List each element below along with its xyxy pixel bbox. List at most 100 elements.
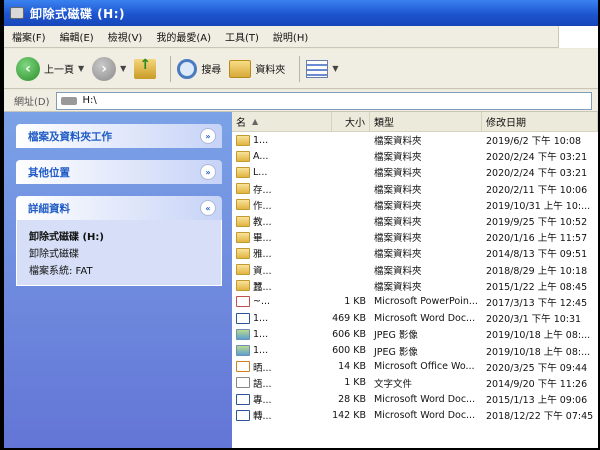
file-size: 142 KB [332,409,366,421]
file-row[interactable]: 1... 469 KB Microsoft Word Doc... 2020/3/1 … [232,310,598,326]
chevron-down-icon[interactable]: ▼ [78,64,84,73]
file-name-cell: 蠶... [232,279,332,293]
folder-up-icon [134,57,157,79]
column-header-size[interactable]: 大小 [332,112,370,131]
search-button[interactable]: 搜尋 [177,58,221,79]
toolbar: ‹ 上一頁 ▼ › ▼ 搜尋 資料夾 ▼ [4,49,598,89]
file-row[interactable]: 轉... 142 KB Microsoft Word Doc... 2018/12/2… [232,407,598,423]
forward-arrow-icon: › [92,56,117,81]
views-button[interactable]: ▼ [306,59,338,78]
file-row[interactable]: 雅... 檔案資料夾 2014/8/13 下午 09:51 [232,245,598,261]
column-header-type[interactable]: 類型 [370,112,482,131]
file-row[interactable]: 教... 檔案資料夾 2019/9/25 下午 10:52 [232,213,598,229]
file-date: 2017/3/13 下午 12:45 [486,297,588,309]
file-type: Microsoft Word Doc... [374,312,476,324]
chevron-down-icon[interactable]: ▼ [332,64,338,73]
doc-icon [236,393,250,405]
file-name: 晒... [253,362,272,374]
file-name-cell: 轉... [232,408,332,422]
menu-help[interactable]: 說明(H) [273,29,308,44]
file-size: 1 KB [344,377,366,389]
file-row[interactable]: 1... 606 KB JPEG 影像 2019/10/18 上午 08:... [232,326,598,342]
explorer-window: 卸除式磁碟 (H:) 檔案(F) 編輯(E) 檢視(V) 我的最愛(A) 工具(… [4,0,598,448]
column-header-name[interactable]: 名 ▲ [232,112,332,131]
menu-view[interactable]: 檢視(V) [108,29,143,44]
chevron-double-up-icon[interactable]: « [200,200,216,216]
folder-icon [236,150,250,162]
back-button[interactable]: ‹ 上一頁 ▼ [16,56,84,81]
file-row[interactable]: 存... 檔案資料夾 2020/2/11 下午 10:06 [232,181,598,197]
txt-icon [236,377,250,389]
menu-favorites[interactable]: 我的最愛(A) [156,29,211,44]
file-date: 2020/1/16 上午 11:57 [486,233,588,245]
folders-button[interactable]: 資料夾 [229,59,285,78]
details-filesystem: 檔案系統: FAT [29,266,93,277]
file-name-cell: 1... [232,328,332,340]
file-size: 606 KB [332,328,366,340]
address-value: H:\ [82,95,97,106]
file-name: 蠶... [253,281,272,293]
file-row[interactable]: A... 檔案資料夾 2020/2/24 下午 03:21 [232,148,598,164]
file-name-cell: 畢... [232,230,332,244]
file-row[interactable]: 作... 檔案資料夾 2019/10/31 上午 10:... [232,197,598,213]
menu-tools[interactable]: 工具(T) [225,29,259,44]
file-type: Microsoft Word Doc... [374,409,476,421]
chevron-double-down-icon[interactable]: » [200,164,216,180]
file-row[interactable]: 語... 1 KB 文字文件 2014/9/20 下午 11:26 [232,375,598,391]
file-date: 2020/2/11 下午 10:06 [486,184,588,196]
details-type: 卸除式磁碟 [29,249,79,260]
file-row[interactable]: 1... 檔案資料夾 2019/6/2 下午 10:08 [232,132,598,148]
address-label: 網址(D) [14,97,50,108]
file-type: 檔案資料夾 [374,168,422,180]
file-row[interactable]: ~... 1 KB Microsoft PowerPoin... 2017/3/13 … [232,294,598,310]
file-list: 名 ▲ 大小 類型 修改日期 1... 檔案資料夾 2019/6/2 下午 10:0… [232,112,598,448]
file-date: 2020/3/25 下午 09:44 [486,362,588,374]
folder-icon [236,231,250,243]
menu-edit[interactable]: 編輯(E) [60,29,94,44]
up-folder-button[interactable] [134,57,157,79]
menu-file[interactable]: 檔案(F) [12,29,46,44]
task-group-header[interactable]: 檔案及資料夾工作 » [16,124,222,148]
task-group-details: 詳細資料 « 卸除式磁碟 (H:) 卸除式磁碟 檔案系統: FAT [16,196,222,286]
file-row[interactable]: 蠶... 檔案資料夾 2015/1/22 上午 08:45 [232,278,598,294]
folder-icon [236,134,250,146]
search-icon [177,58,198,79]
back-label: 上一頁 [44,65,74,76]
views-icon [306,59,329,78]
file-type: 文字文件 [374,378,413,390]
chevron-double-down-icon[interactable]: » [200,128,216,144]
task-group-title: 檔案及資料夾工作 [28,130,112,143]
file-name: ~... [253,296,271,308]
file-name: 轉... [253,411,272,423]
chevron-down-icon[interactable]: ▼ [120,64,126,73]
file-row[interactable]: 晒... 14 KB Microsoft Office Wo... 2020/3/25… [232,359,598,375]
file-name: A... [253,150,269,162]
file-row[interactable]: 畢... 檔案資料夾 2020/1/16 上午 11:57 [232,229,598,245]
address-input[interactable]: H:\ [55,91,592,110]
file-type: Microsoft PowerPoin... [374,296,478,308]
jpg-icon [236,328,250,340]
file-row[interactable]: 資... 檔案資料夾 2018/8/29 上午 10:18 [232,262,598,278]
address-bar: 網址(D) H:\ [4,90,598,112]
task-pane: 檔案及資料夾工作 » 其他位置 » 詳細資料 « 卸除式磁碟 (H:) 卸除式磁… [4,112,232,448]
forward-button[interactable]: › ▼ [92,56,126,81]
file-date: 2020/3/1 下午 10:31 [486,314,582,326]
file-type: JPEG 影像 [374,346,418,358]
column-header-date[interactable]: 修改日期 [482,112,598,131]
file-row[interactable]: 1... 600 KB JPEG 影像 2019/10/18 上午 08:... [232,342,598,358]
task-group-header[interactable]: 詳細資料 « [16,196,222,220]
file-size: 469 KB [332,312,366,324]
sort-up-icon: ▲ [252,117,259,126]
file-row[interactable]: 專... 28 KB Microsoft Word Doc... 2015/1/13 … [232,391,598,407]
file-name-cell: 語... [232,376,332,390]
title-bar: 卸除式磁碟 (H:) [4,0,598,26]
task-group-header[interactable]: 其他位置 » [16,160,222,184]
file-date: 2018/8/29 上午 10:18 [486,265,588,277]
file-date: 2019/10/18 上午 08:... [486,330,591,342]
file-name: 專... [253,395,272,407]
task-group-file-folder: 檔案及資料夾工作 » [16,124,222,148]
back-arrow-icon: ‹ [16,56,40,81]
file-row[interactable]: L... 檔案資料夾 2020/2/24 下午 03:21 [232,164,598,180]
file-date: 2015/1/22 上午 08:45 [486,281,588,293]
task-group-title: 詳細資料 [28,202,70,215]
